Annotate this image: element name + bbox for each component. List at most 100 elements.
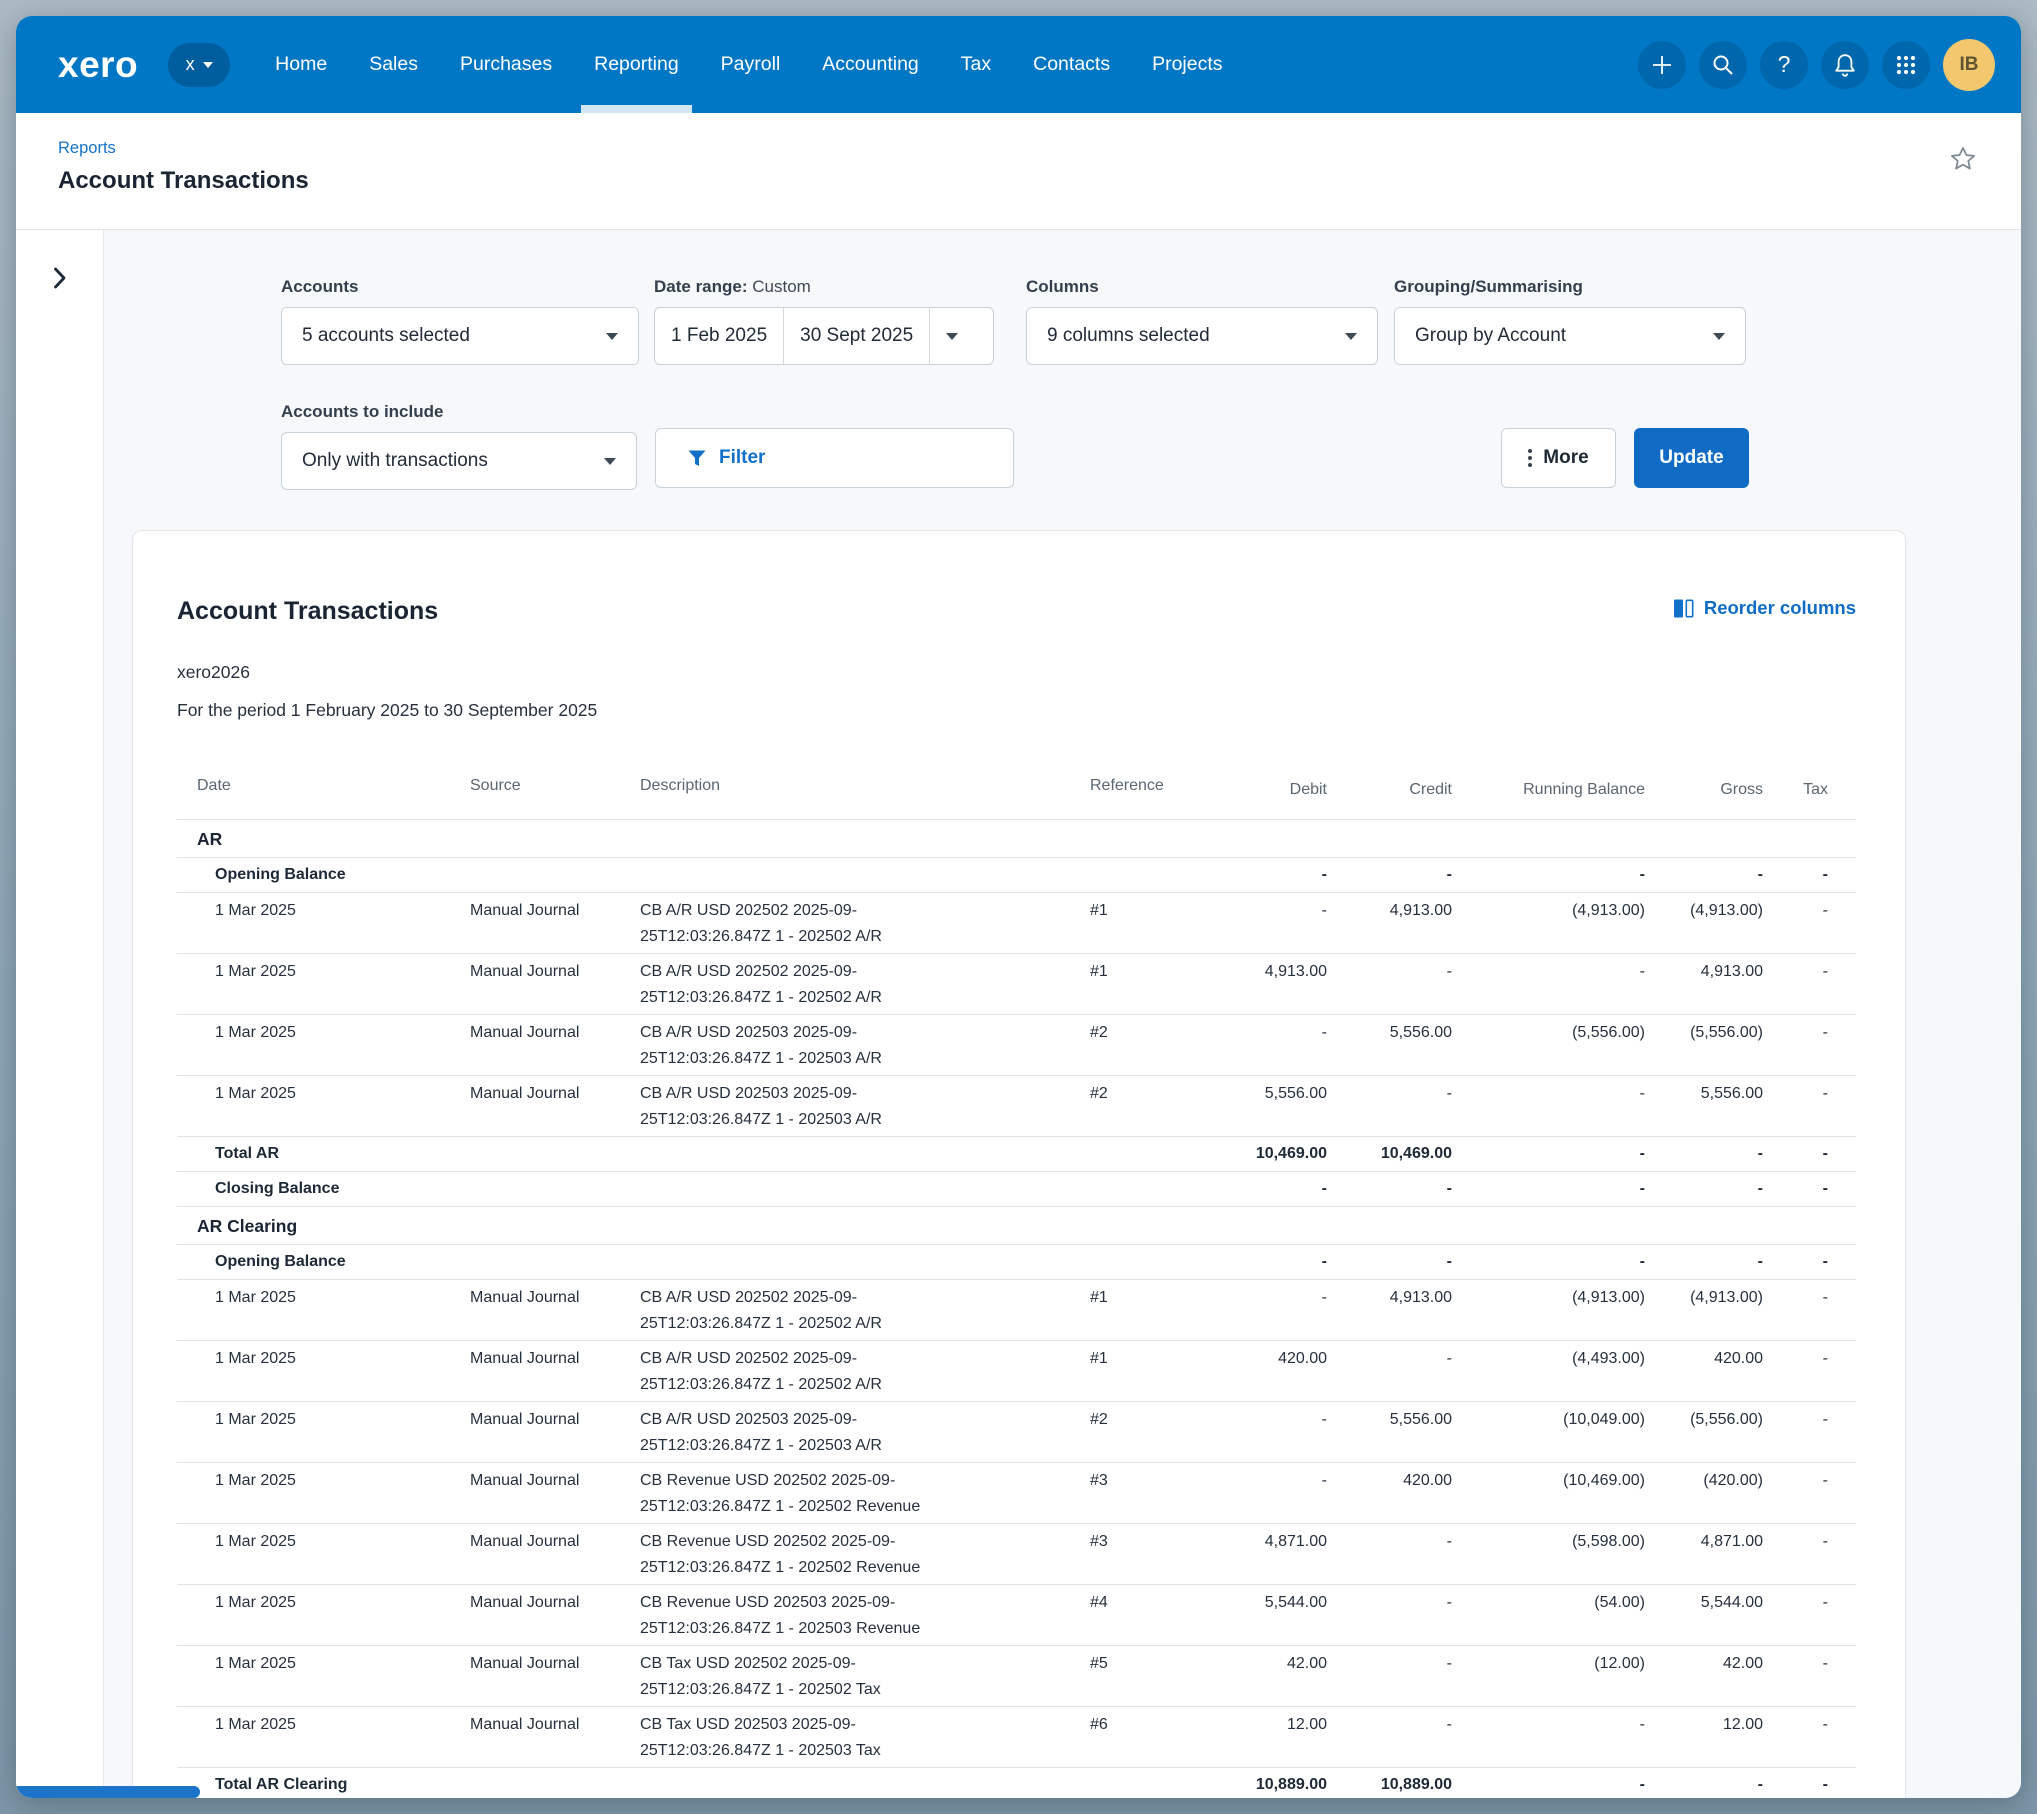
cell-date: 1 Mar 2025 bbox=[177, 1402, 455, 1462]
description-line-1: CB A/R USD 202503 2025-09- bbox=[640, 1081, 1065, 1107]
description-line-1: CB A/R USD 202502 2025-09- bbox=[640, 1346, 1065, 1372]
column-header: Source bbox=[455, 751, 630, 819]
apps-menu-button[interactable] bbox=[1882, 41, 1930, 89]
help-button[interactable]: ? bbox=[1760, 41, 1808, 89]
cell-gross: 420.00 bbox=[1645, 1341, 1763, 1401]
reorder-columns-link[interactable]: Reorder columns bbox=[1673, 597, 1856, 619]
table-row[interactable]: 1 Mar 2025Manual JournalCB Tax USD 20250… bbox=[177, 1707, 1856, 1768]
plus-icon bbox=[1650, 53, 1674, 77]
search-button[interactable] bbox=[1699, 41, 1747, 89]
table-row[interactable]: 1 Mar 2025Manual JournalCB A/R USD 20250… bbox=[177, 1015, 1856, 1076]
cell-description: CB A/R USD 202502 2025-09-25T12:03:26.84… bbox=[630, 893, 1065, 953]
table-row[interactable]: 1 Mar 2025Manual JournalCB A/R USD 20250… bbox=[177, 893, 1856, 954]
cell-credit: 420.00 bbox=[1327, 1463, 1452, 1523]
cell-tax: - bbox=[1763, 1280, 1828, 1340]
accounts-select[interactable]: 5 accounts selected bbox=[281, 307, 639, 365]
favourite-star-button[interactable] bbox=[1949, 145, 1977, 178]
table-row[interactable]: 1 Mar 2025Manual JournalCB A/R USD 20250… bbox=[177, 1341, 1856, 1402]
nav-item-reporting[interactable]: Reporting bbox=[594, 16, 679, 113]
search-icon bbox=[1711, 53, 1735, 77]
table-row[interactable]: 1 Mar 2025Manual JournalCB A/R USD 20250… bbox=[177, 1402, 1856, 1463]
cell-gross: - bbox=[1645, 858, 1763, 892]
table-row[interactable]: 1 Mar 2025Manual JournalCB Revenue USD 2… bbox=[177, 1585, 1856, 1646]
columns-select[interactable]: 9 columns selected bbox=[1026, 307, 1378, 365]
cell-running: (5,556.00) bbox=[1452, 1015, 1645, 1075]
date-from-field[interactable]: 1 Feb 2025 bbox=[655, 308, 783, 364]
cell-description: CB A/R USD 202503 2025-09-25T12:03:26.84… bbox=[630, 1015, 1065, 1075]
cell-description: CB Tax USD 202503 2025-09-25T12:03:26.84… bbox=[630, 1707, 1065, 1767]
description-line-2: 25T12:03:26.847Z 1 - 202503 Revenue bbox=[640, 1616, 1065, 1642]
date-to-field[interactable]: 30 Sept 2025 bbox=[783, 308, 929, 364]
cell-source: Manual Journal bbox=[455, 1646, 630, 1706]
cell-debit: - bbox=[1215, 1463, 1327, 1523]
column-header: Reference bbox=[1065, 751, 1215, 819]
nav-item-sales[interactable]: Sales bbox=[369, 16, 418, 113]
table-row[interactable]: 1 Mar 2025Manual JournalCB Revenue USD 2… bbox=[177, 1463, 1856, 1524]
cell-tax: - bbox=[1763, 1245, 1828, 1279]
date-range-label: Date range: Custom bbox=[654, 277, 994, 296]
cell-credit: 5,556.00 bbox=[1327, 1015, 1452, 1075]
column-header: Gross bbox=[1645, 751, 1763, 819]
nav-item-accounting[interactable]: Accounting bbox=[822, 16, 918, 113]
cell-running: - bbox=[1452, 1707, 1645, 1767]
create-new-button[interactable] bbox=[1638, 41, 1686, 89]
report-filters: Accounts 5 accounts selected Date range:… bbox=[104, 230, 2021, 530]
cell-tax: - bbox=[1763, 1172, 1828, 1206]
filter-button[interactable]: Filter bbox=[655, 428, 1014, 488]
cell-tax: - bbox=[1763, 893, 1828, 953]
apps-grid-icon bbox=[1895, 54, 1917, 76]
horizontal-scrollbar-thumb[interactable] bbox=[16, 1786, 200, 1798]
expand-panel-button[interactable] bbox=[46, 260, 73, 301]
cell-tax: - bbox=[1763, 1524, 1828, 1584]
table-row[interactable]: 1 Mar 2025Manual JournalCB Tax USD 20250… bbox=[177, 1646, 1856, 1707]
more-button-label: More bbox=[1543, 447, 1588, 469]
organisation-short-label: x bbox=[186, 54, 195, 75]
update-button[interactable]: Update bbox=[1634, 428, 1749, 488]
nav-item-payroll[interactable]: Payroll bbox=[721, 16, 781, 113]
cell-source: Manual Journal bbox=[455, 1463, 630, 1523]
breadcrumb-reports-link[interactable]: Reports bbox=[58, 139, 116, 158]
cell-tax: - bbox=[1763, 1463, 1828, 1523]
column-header: Tax bbox=[1763, 751, 1828, 819]
cell-debit: - bbox=[1215, 1280, 1327, 1340]
table-row[interactable]: 1 Mar 2025Manual JournalCB A/R USD 20250… bbox=[177, 954, 1856, 1015]
nav-item-projects[interactable]: Projects bbox=[1152, 16, 1222, 113]
cell-debit: 4,871.00 bbox=[1215, 1524, 1327, 1584]
nav-item-tax[interactable]: Tax bbox=[961, 16, 991, 113]
organisation-menu-button[interactable]: x bbox=[168, 43, 230, 87]
description-line-1: CB Revenue USD 202502 2025-09- bbox=[640, 1468, 1065, 1494]
more-button[interactable]: More bbox=[1501, 428, 1616, 488]
column-header: Date bbox=[177, 751, 455, 819]
notifications-button[interactable] bbox=[1821, 41, 1869, 89]
nav-item-purchases[interactable]: Purchases bbox=[460, 16, 552, 113]
cell-tax: - bbox=[1763, 1707, 1828, 1767]
cell-running: - bbox=[1452, 1245, 1645, 1279]
user-avatar[interactable]: IB bbox=[1943, 39, 1995, 91]
cell-reference: #4 bbox=[1065, 1585, 1215, 1645]
nav-item-home[interactable]: Home bbox=[275, 16, 327, 113]
cell-tax: - bbox=[1763, 1137, 1828, 1171]
table-row[interactable]: 1 Mar 2025Manual JournalCB Revenue USD 2… bbox=[177, 1524, 1856, 1585]
columns-icon bbox=[1673, 598, 1694, 619]
cell-gross: (4,913.00) bbox=[1645, 1280, 1763, 1340]
accounts-to-include-group: Accounts to include Only with transactio… bbox=[281, 402, 637, 490]
cell-gross: 4,871.00 bbox=[1645, 1524, 1763, 1584]
cell-source: Manual Journal bbox=[455, 1524, 630, 1584]
grouping-select[interactable]: Group by Account bbox=[1394, 307, 1746, 365]
date-range-dropdown-button[interactable] bbox=[929, 308, 973, 364]
nav-item-contacts[interactable]: Contacts bbox=[1033, 16, 1110, 113]
cell-credit: - bbox=[1327, 1585, 1452, 1645]
table-row[interactable]: 1 Mar 2025Manual JournalCB A/R USD 20250… bbox=[177, 1076, 1856, 1137]
cell-source: Manual Journal bbox=[455, 1585, 630, 1645]
accounts-to-include-select[interactable]: Only with transactions bbox=[281, 432, 637, 490]
description-line-2: 25T12:03:26.847Z 1 - 202502 A/R bbox=[640, 1311, 1065, 1337]
columns-filter-group: Columns 9 columns selected bbox=[1026, 277, 1378, 365]
cell-credit: - bbox=[1327, 1341, 1452, 1401]
table-row[interactable]: 1 Mar 2025Manual JournalCB A/R USD 20250… bbox=[177, 1280, 1856, 1341]
description-line-1: CB A/R USD 202502 2025-09- bbox=[640, 959, 1065, 985]
chevron-right-icon bbox=[52, 266, 67, 290]
cell-running: - bbox=[1452, 954, 1645, 1014]
grouping-select-value: Group by Account bbox=[1415, 325, 1566, 347]
cell-reference: #2 bbox=[1065, 1076, 1215, 1136]
xero-logo[interactable]: xero bbox=[58, 46, 138, 83]
